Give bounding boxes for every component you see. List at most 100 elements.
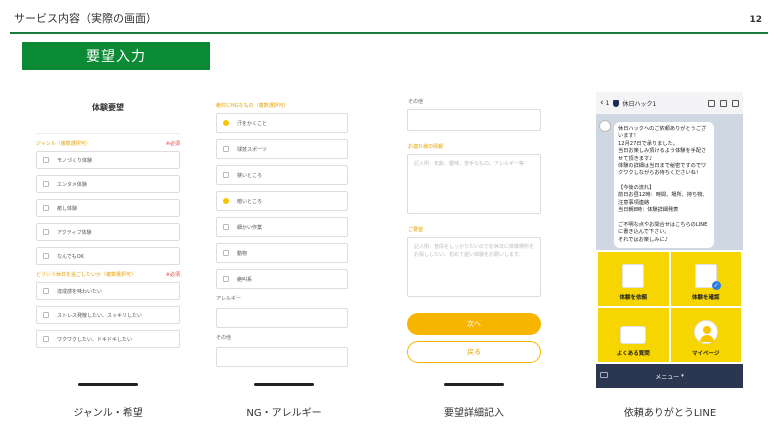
genre-option[interactable]: エンタメ体験 (36, 175, 180, 193)
ng-option[interactable]: 細かい作業 (216, 217, 348, 237)
other-input[interactable] (216, 347, 348, 367)
genre-label: ジャンル（複数選択可） (36, 141, 91, 147)
ng-option[interactable]: 暗いところ (216, 191, 348, 211)
menu-item-label: よくある質問 (616, 351, 650, 357)
checkbox[interactable] (223, 198, 229, 204)
section-banner: 要望入力 (22, 42, 210, 70)
keyboard-icon[interactable] (600, 372, 608, 378)
option-label: 動物 (237, 250, 248, 257)
option-label: 球技スポーツ (237, 146, 267, 153)
screen-heading: 体験要望 (92, 103, 124, 112)
caption-request-details: 要望詳細記入 (444, 408, 504, 419)
slide-title: サービス内容（実際の画面） (14, 12, 157, 25)
menu-my-page[interactable]: マイページ (670, 308, 741, 362)
menu-faq[interactable]: よくある質問 (598, 308, 669, 362)
companion-info-textarea[interactable]: 記入例：年齢、趣味、苦手なもの、アレルギー等 (407, 154, 541, 214)
option-label: ストレス発散したい、スッキリしたい (57, 312, 143, 319)
back-button[interactable]: 戻る (407, 341, 541, 363)
home-indicator (254, 383, 314, 386)
option-label: 狭いところ (237, 172, 263, 179)
companion-info-label: お連れ様の情報 (408, 144, 444, 150)
ng-option[interactable]: 狭いところ (216, 165, 348, 185)
chat-name: 休日ハック1 (622, 100, 657, 108)
menu-bar[interactable]: メニュー ▾ (596, 364, 743, 388)
back-count: 1 (605, 99, 610, 107)
ng-option[interactable]: 球技スポーツ (216, 139, 348, 159)
other-label: その他 (216, 335, 232, 341)
option-label: 絶叫系 (237, 276, 253, 283)
menu-check-experience[interactable]: 体験を確認 (670, 252, 741, 306)
other-label: その他 (408, 99, 424, 105)
genre-section-header: ジャンル（複数選択可） ※必須 (34, 140, 182, 147)
menu-item-label: 体験を確認 (691, 295, 720, 301)
checkbox[interactable] (43, 253, 49, 259)
caret-down-icon: ▾ (681, 373, 684, 379)
option-label: 細かい作業 (237, 224, 263, 231)
checkbox[interactable] (223, 250, 229, 256)
divider (36, 133, 180, 134)
purpose-label: どういう休日を過ごしたいか（複数選択可） (36, 272, 137, 278)
checkbox[interactable] (223, 276, 229, 282)
genre-option[interactable]: モノづくり体験 (36, 151, 180, 169)
checkbox[interactable] (43, 312, 49, 318)
chat-area: 休日ハックへのご依頼ありがとうございます！ 12月27日で承りました。 当日お楽… (596, 114, 743, 250)
next-button[interactable]: 次へ (407, 313, 541, 335)
option-label: なんでもOK (57, 253, 84, 260)
notes-icon[interactable] (720, 99, 727, 107)
required-label: ※必須 (165, 141, 180, 147)
ng-label: 絶対にNGなもの（複数選択可） (216, 103, 289, 109)
purpose-option[interactable]: ワクワクしたい、ドキドキしたい (36, 330, 180, 348)
allergy-input[interactable] (216, 308, 348, 328)
menu-icon[interactable] (732, 99, 739, 107)
option-label: 暗いところ (237, 198, 263, 205)
purpose-section-header: どういう休日を過ごしたいか（複数選択可） ※必須 (34, 271, 182, 278)
checkbox[interactable] (223, 120, 229, 126)
checkbox[interactable] (43, 229, 49, 235)
user-icon (693, 320, 718, 344)
purpose-option[interactable]: 達成感を味わいたい (36, 282, 180, 300)
other-input[interactable] (407, 109, 541, 131)
option-label: 汗をかくこと (237, 120, 268, 127)
screen-genre: 体験要望 ジャンル（複数選択可） ※必須 モノづくり体験 エンタメ体験 癒し体験… (34, 92, 182, 388)
rich-menu: 体験を依頼 体験を確認 よくある質問 マイページ (596, 250, 743, 364)
option-label: アクティブ体験 (57, 229, 92, 236)
checkbox[interactable] (43, 157, 49, 163)
document-icon (622, 264, 645, 288)
checkbox[interactable] (223, 224, 229, 230)
menu-request-experience[interactable]: 体験を依頼 (598, 252, 669, 306)
message-bubble: 休日ハックへのご依頼ありがとうございます！ 12月27日で承りました。 当日お楽… (614, 122, 714, 248)
caption-line-thanks: 依頼ありがとうLINE (623, 408, 717, 419)
genre-option[interactable]: なんでもOK (36, 247, 180, 265)
avatar[interactable] (599, 120, 611, 132)
checkbox[interactable] (43, 205, 49, 211)
home-indicator (78, 383, 138, 386)
option-label: 癒し体験 (57, 205, 78, 212)
checkbox[interactable] (43, 336, 49, 342)
purpose-option[interactable]: ストレス発散したい、スッキリしたい (36, 306, 180, 324)
shield-icon (613, 99, 620, 107)
screen-line-chat: ‹ 1 休日ハック1 休日ハックへのご依頼ありがとうございます！ 12月27日で… (596, 92, 743, 388)
ng-section-header: 絶対にNGなもの（複数選択可） (214, 102, 354, 109)
ng-option[interactable]: 絶叫系 (216, 269, 348, 289)
option-label: エンタメ体験 (57, 181, 87, 188)
search-icon[interactable] (708, 99, 715, 107)
screen-ng-allergy: 絶対にNGなもの（複数選択可） 汗をかくこと 球技スポーツ 狭いところ暗いところ細か… (214, 92, 354, 388)
checklist-icon (694, 264, 721, 290)
genre-option[interactable]: アクティブ体験 (36, 223, 180, 241)
checkbox[interactable] (223, 172, 229, 178)
menu-item-label: マイページ (692, 351, 720, 357)
request-label: ご要望 (408, 227, 424, 233)
ng-option[interactable]: 動物 (216, 243, 348, 263)
back-chevron-icon[interactable]: ‹ (600, 98, 604, 108)
genre-option[interactable]: 癒し体験 (36, 199, 180, 217)
home-indicator (444, 383, 504, 386)
ng-option[interactable]: 汗をかくこと (216, 113, 348, 133)
menu-bar-label: メニュー (655, 373, 680, 381)
checkbox[interactable] (223, 146, 229, 152)
screen-request-details: その他 お連れ様の情報 記入例：年齢、趣味、苦手なもの、アレルギー等 ご要望 記… (404, 92, 544, 388)
checkbox[interactable] (43, 181, 49, 187)
caption-ng-allergy: NG・アレルギー (246, 408, 322, 419)
request-textarea[interactable]: 記入例：普段をしっかりたいのでお休日に体験場所をお探ししたい。初めて遊い体験をお… (407, 237, 541, 297)
ng-options: 汗をかくこと 球技スポーツ 狭いところ暗いところ細かい作業動物絶叫系 (214, 113, 354, 289)
checkbox[interactable] (43, 288, 49, 294)
